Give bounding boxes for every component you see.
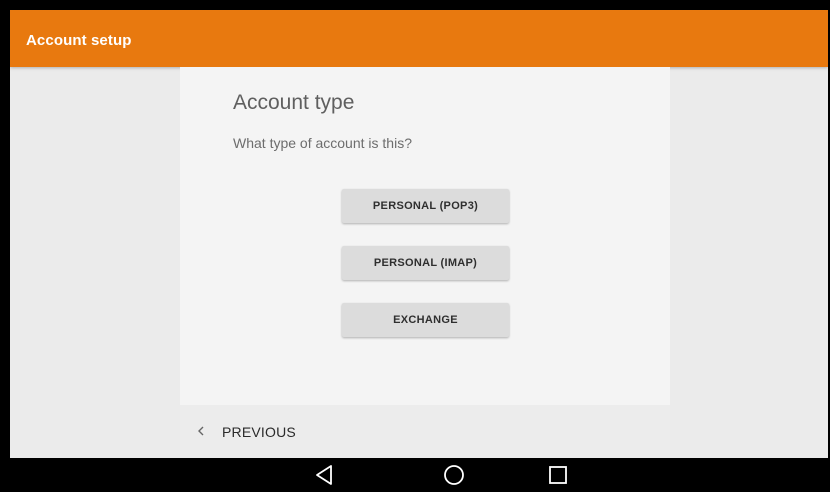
chevron-left-icon bbox=[196, 424, 208, 440]
account-type-card: Account type What type of account is thi… bbox=[180, 67, 670, 458]
page-subtitle: What type of account is this? bbox=[233, 135, 412, 151]
account-setup-window: Account setup Account type What type of … bbox=[10, 10, 828, 458]
setup-footer: PREVIOUS bbox=[180, 405, 670, 458]
personal-pop3-button[interactable]: PERSONAL (POP3) bbox=[342, 189, 509, 223]
back-icon[interactable] bbox=[312, 463, 338, 487]
app-bar-title: Account setup bbox=[26, 32, 132, 49]
previous-button[interactable]: PREVIOUS bbox=[196, 419, 296, 445]
exchange-button[interactable]: EXCHANGE bbox=[342, 303, 509, 337]
personal-imap-button[interactable]: PERSONAL (IMAP) bbox=[342, 246, 509, 280]
app-bar: Account setup bbox=[10, 10, 828, 67]
previous-label: PREVIOUS bbox=[222, 424, 296, 440]
device-screen: Account setup Account type What type of … bbox=[0, 0, 830, 492]
recents-icon[interactable] bbox=[545, 463, 571, 487]
page-title: Account type bbox=[233, 91, 355, 114]
system-navigation-bar bbox=[0, 458, 830, 492]
home-icon[interactable] bbox=[441, 463, 467, 487]
